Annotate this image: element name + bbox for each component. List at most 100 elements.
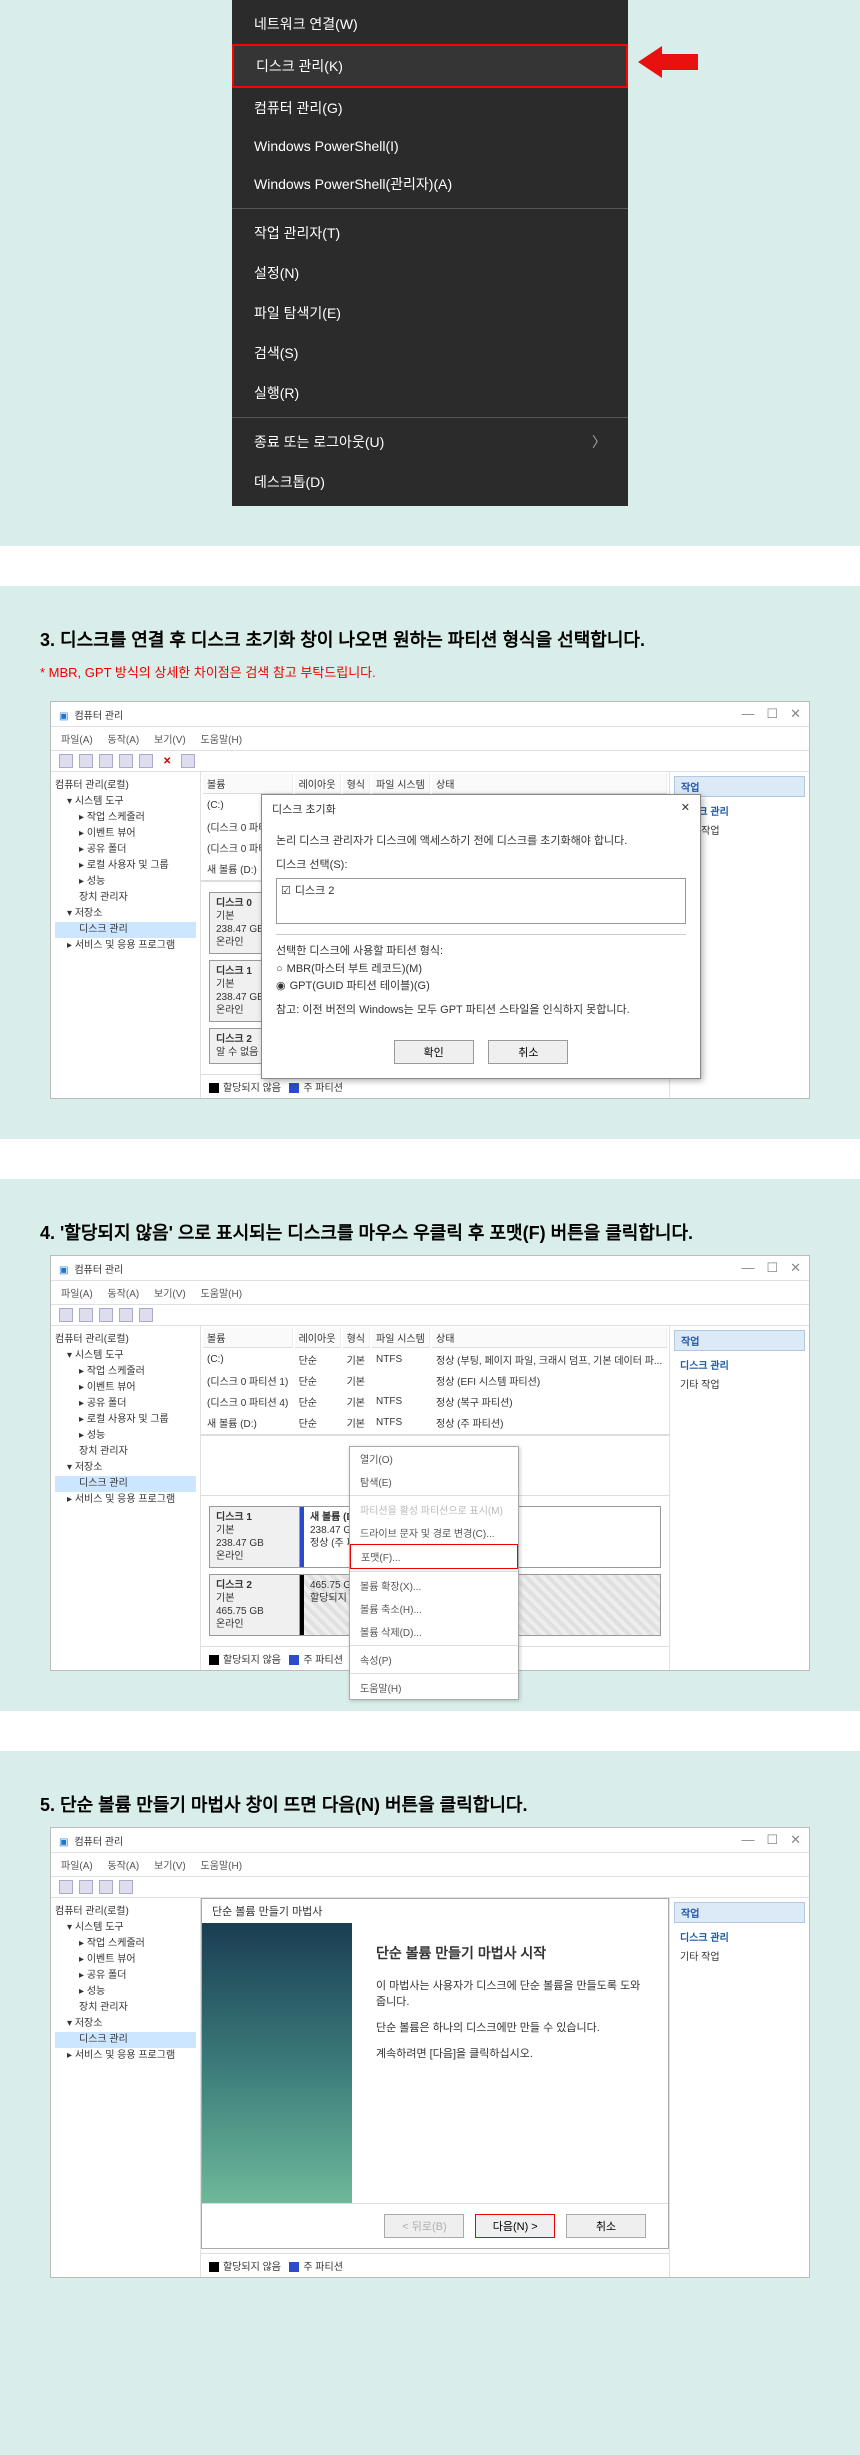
ctx-delete-volume[interactable]: 볼륨 삭제(D)... — [350, 1620, 518, 1643]
menu-file[interactable]: 파일(A) — [61, 1861, 93, 1872]
actions-section[interactable]: 디스크 관리 — [674, 1351, 805, 1374]
minimize-button[interactable]: — — [741, 706, 754, 722]
minimize-button[interactable]: — — [741, 1832, 754, 1848]
tree-diskmgmt[interactable]: 디스크 관리 — [55, 1476, 196, 1492]
menu-view[interactable]: 보기(V) — [154, 1289, 186, 1300]
tree-perf[interactable]: ▸ 성능 — [55, 1428, 196, 1444]
tree-services[interactable]: ▸ 서비스 및 응용 프로그램 — [55, 2048, 196, 2064]
col-status[interactable]: 상태 — [432, 774, 667, 794]
tree-storage[interactable]: ▾ 저장소 — [55, 1460, 196, 1476]
forward-icon[interactable] — [79, 1880, 93, 1894]
ctx-help[interactable]: 도움말(H) — [350, 1676, 518, 1699]
menu-action[interactable]: 동작(A) — [108, 1861, 140, 1872]
tree-services[interactable]: ▸ 서비스 및 응용 프로그램 — [55, 938, 196, 954]
tree-root[interactable]: 컴퓨터 관리(로컬) — [55, 778, 196, 794]
ctx-extend[interactable]: 볼륨 확장(X)... — [350, 1574, 518, 1597]
col-volume[interactable]: 볼륨 — [203, 1328, 293, 1348]
actions-more[interactable]: 기타 작업 — [674, 1374, 805, 1393]
col-fs[interactable]: 파일 시스템 — [372, 774, 430, 794]
table-row[interactable]: 새 볼륨 (D:)단순기본NTFS정상 (주 파티션) — [203, 1413, 667, 1432]
menu-help[interactable]: 도움말(H) — [201, 735, 242, 746]
ctx-explorer[interactable]: 파일 탐색기(E) — [232, 293, 628, 333]
ctx-desktop[interactable]: 데스크톱(D) — [232, 462, 628, 502]
disk-select-list[interactable]: ☑디스크 2 — [276, 878, 686, 924]
menu-action[interactable]: 동작(A) — [108, 735, 140, 746]
col-type[interactable]: 형식 — [343, 1328, 370, 1348]
ctx-powershell-admin[interactable]: Windows PowerShell(관리자)(A) — [232, 164, 628, 204]
menu-action[interactable]: 동작(A) — [108, 1289, 140, 1300]
col-layout[interactable]: 레이아웃 — [295, 1328, 341, 1348]
col-type[interactable]: 형식 — [343, 774, 370, 794]
close-button[interactable]: ✕ — [790, 706, 801, 722]
menu-file[interactable]: 파일(A) — [61, 735, 93, 746]
ctx-search[interactable]: 검색(S) — [232, 333, 628, 373]
tree-system-tools[interactable]: ▾ 시스템 도구 — [55, 1348, 196, 1364]
refresh-icon[interactable] — [99, 1308, 113, 1322]
tree-system-tools[interactable]: ▾ 시스템 도구 — [55, 1920, 196, 1936]
ctx-run[interactable]: 실행(R) — [232, 373, 628, 413]
ctx-format[interactable]: 포맷(F)... — [350, 1544, 518, 1569]
tree-devmgr[interactable]: 장치 관리자 — [55, 2000, 196, 2016]
forward-icon[interactable] — [79, 754, 93, 768]
refresh-icon[interactable] — [99, 1880, 113, 1894]
ctx-shutdown[interactable]: 종료 또는 로그아웃(U) 〉 — [232, 422, 628, 462]
tree-storage[interactable]: ▾ 저장소 — [55, 2016, 196, 2032]
back-icon[interactable] — [59, 1880, 73, 1894]
ctx-shrink[interactable]: 볼륨 축소(H)... — [350, 1597, 518, 1620]
cancel-button[interactable]: 취소 — [566, 2214, 646, 2238]
close-button[interactable]: ✕ — [790, 1260, 801, 1276]
back-icon[interactable] — [59, 1308, 73, 1322]
actions-section[interactable]: 디스크 관리 — [674, 1923, 805, 1946]
options-icon[interactable] — [139, 1308, 153, 1322]
ctx-explore[interactable]: 탐색(E) — [350, 1470, 518, 1493]
radio-gpt[interactable]: ◉GPT(GUID 파티션 테이블)(G) — [276, 978, 686, 996]
ctx-properties[interactable]: 속성(P) — [350, 1648, 518, 1671]
tree-devmgr[interactable]: 장치 관리자 — [55, 890, 196, 906]
next-button[interactable]: 다음(N) > — [475, 2214, 555, 2238]
forward-icon[interactable] — [79, 1308, 93, 1322]
dialog-close-button[interactable]: ✕ — [681, 801, 690, 817]
table-row[interactable]: (디스크 0 파티션 4)단순기본NTFS정상 (복구 파티션) — [203, 1392, 667, 1411]
actions-more[interactable]: 기타 작업 — [674, 1946, 805, 1965]
minimize-button[interactable]: — — [741, 1260, 754, 1276]
ctx-settings[interactable]: 설정(N) — [232, 253, 628, 293]
properties-icon[interactable] — [181, 754, 195, 768]
tree-shared[interactable]: ▸ 공유 폴더 — [55, 1968, 196, 1984]
back-button[interactable]: < 뒤로(B) — [384, 2214, 464, 2238]
ctx-change-letter[interactable]: 드라이브 문자 및 경로 변경(C)... — [350, 1521, 518, 1544]
col-fs[interactable]: 파일 시스템 — [372, 1328, 430, 1348]
col-layout[interactable]: 레이아웃 — [295, 774, 341, 794]
tree-services[interactable]: ▸ 서비스 및 응용 프로그램 — [55, 1492, 196, 1508]
close-button[interactable]: ✕ — [790, 1832, 801, 1848]
back-icon[interactable] — [59, 754, 73, 768]
col-volume[interactable]: 볼륨 — [203, 774, 293, 794]
tree-root[interactable]: 컴퓨터 관리(로컬) — [55, 1904, 196, 1920]
refresh-icon[interactable] — [99, 754, 113, 768]
options-icon[interactable] — [139, 754, 153, 768]
ctx-powershell[interactable]: Windows PowerShell(I) — [232, 128, 628, 164]
tree-users[interactable]: ▸ 로컬 사용자 및 그룹 — [55, 858, 196, 874]
tree-shared[interactable]: ▸ 공유 폴더 — [55, 842, 196, 858]
ctx-disk-management[interactable]: 디스크 관리(K) — [232, 44, 628, 88]
menu-help[interactable]: 도움말(H) — [201, 1861, 242, 1872]
tree-eventviewer[interactable]: ▸ 이벤트 뷰어 — [55, 1952, 196, 1968]
help-icon[interactable] — [119, 754, 133, 768]
tree-scheduler[interactable]: ▸ 작업 스케줄러 — [55, 1364, 196, 1380]
menu-view[interactable]: 보기(V) — [154, 1861, 186, 1872]
tree-eventviewer[interactable]: ▸ 이벤트 뷰어 — [55, 826, 196, 842]
ok-button[interactable]: 확인 — [394, 1040, 474, 1064]
tree-eventviewer[interactable]: ▸ 이벤트 뷰어 — [55, 1380, 196, 1396]
ctx-taskmgr[interactable]: 작업 관리자(T) — [232, 213, 628, 253]
table-row[interactable]: (C:)단순기본NTFS정상 (부팅, 페이지 파일, 크래시 덤프, 기본 데… — [203, 1350, 667, 1369]
radio-mbr[interactable]: ○MBR(마스터 부트 레코드)(M) — [276, 961, 686, 979]
tree-storage[interactable]: ▾ 저장소 — [55, 906, 196, 922]
ctx-computer-management[interactable]: 컴퓨터 관리(G) — [232, 88, 628, 128]
maximize-button[interactable]: ☐ — [766, 1832, 778, 1848]
maximize-button[interactable]: ☐ — [766, 706, 778, 722]
tree-diskmgmt[interactable]: 디스크 관리 — [55, 922, 196, 938]
help-icon[interactable] — [119, 1880, 133, 1894]
menu-view[interactable]: 보기(V) — [154, 735, 186, 746]
cancel-button[interactable]: 취소 — [488, 1040, 568, 1064]
tree-perf[interactable]: ▸ 성능 — [55, 1984, 196, 2000]
menu-help[interactable]: 도움말(H) — [201, 1289, 242, 1300]
